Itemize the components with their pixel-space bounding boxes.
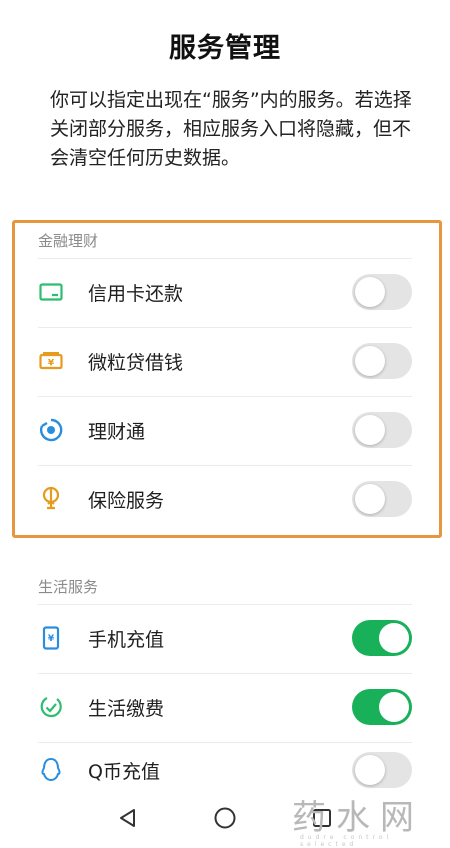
service-label: Q币充值: [88, 760, 160, 783]
svg-text:¥: ¥: [48, 634, 55, 644]
divider: [38, 673, 412, 674]
highlight-frame: [12, 220, 442, 538]
service-row-mobile-topup[interactable]: ¥ 手机充值: [38, 604, 412, 672]
service-label: 生活缴费: [88, 697, 165, 720]
bill-payment-toggle[interactable]: [352, 689, 412, 725]
qq-coin-toggle[interactable]: [352, 752, 412, 788]
toggle-knob: [379, 623, 409, 653]
page-description: 你可以指定出现在“服务”内的服务。若选择关闭部分服务，相应服务入口将隐藏，但不会…: [50, 89, 412, 169]
mobile-topup-icon: ¥: [38, 625, 64, 651]
service-row-bill-payment[interactable]: 生活缴费: [38, 673, 412, 741]
watermark-subtext: dudre control selected: [300, 834, 393, 848]
toggle-knob: [379, 692, 409, 722]
mobile-topup-toggle[interactable]: [352, 620, 412, 656]
qq-coin-icon: [38, 757, 64, 783]
divider: [38, 604, 412, 605]
home-icon[interactable]: [207, 800, 243, 836]
watermark: 药水网: [292, 798, 424, 838]
page-title: 服务管理: [169, 33, 281, 64]
section-label-life: 生活服务: [38, 578, 99, 596]
bill-payment-icon: [38, 694, 64, 720]
back-icon[interactable]: [110, 800, 146, 836]
service-label: 手机充值: [88, 628, 165, 651]
toggle-knob: [355, 755, 385, 785]
divider: [38, 742, 412, 743]
